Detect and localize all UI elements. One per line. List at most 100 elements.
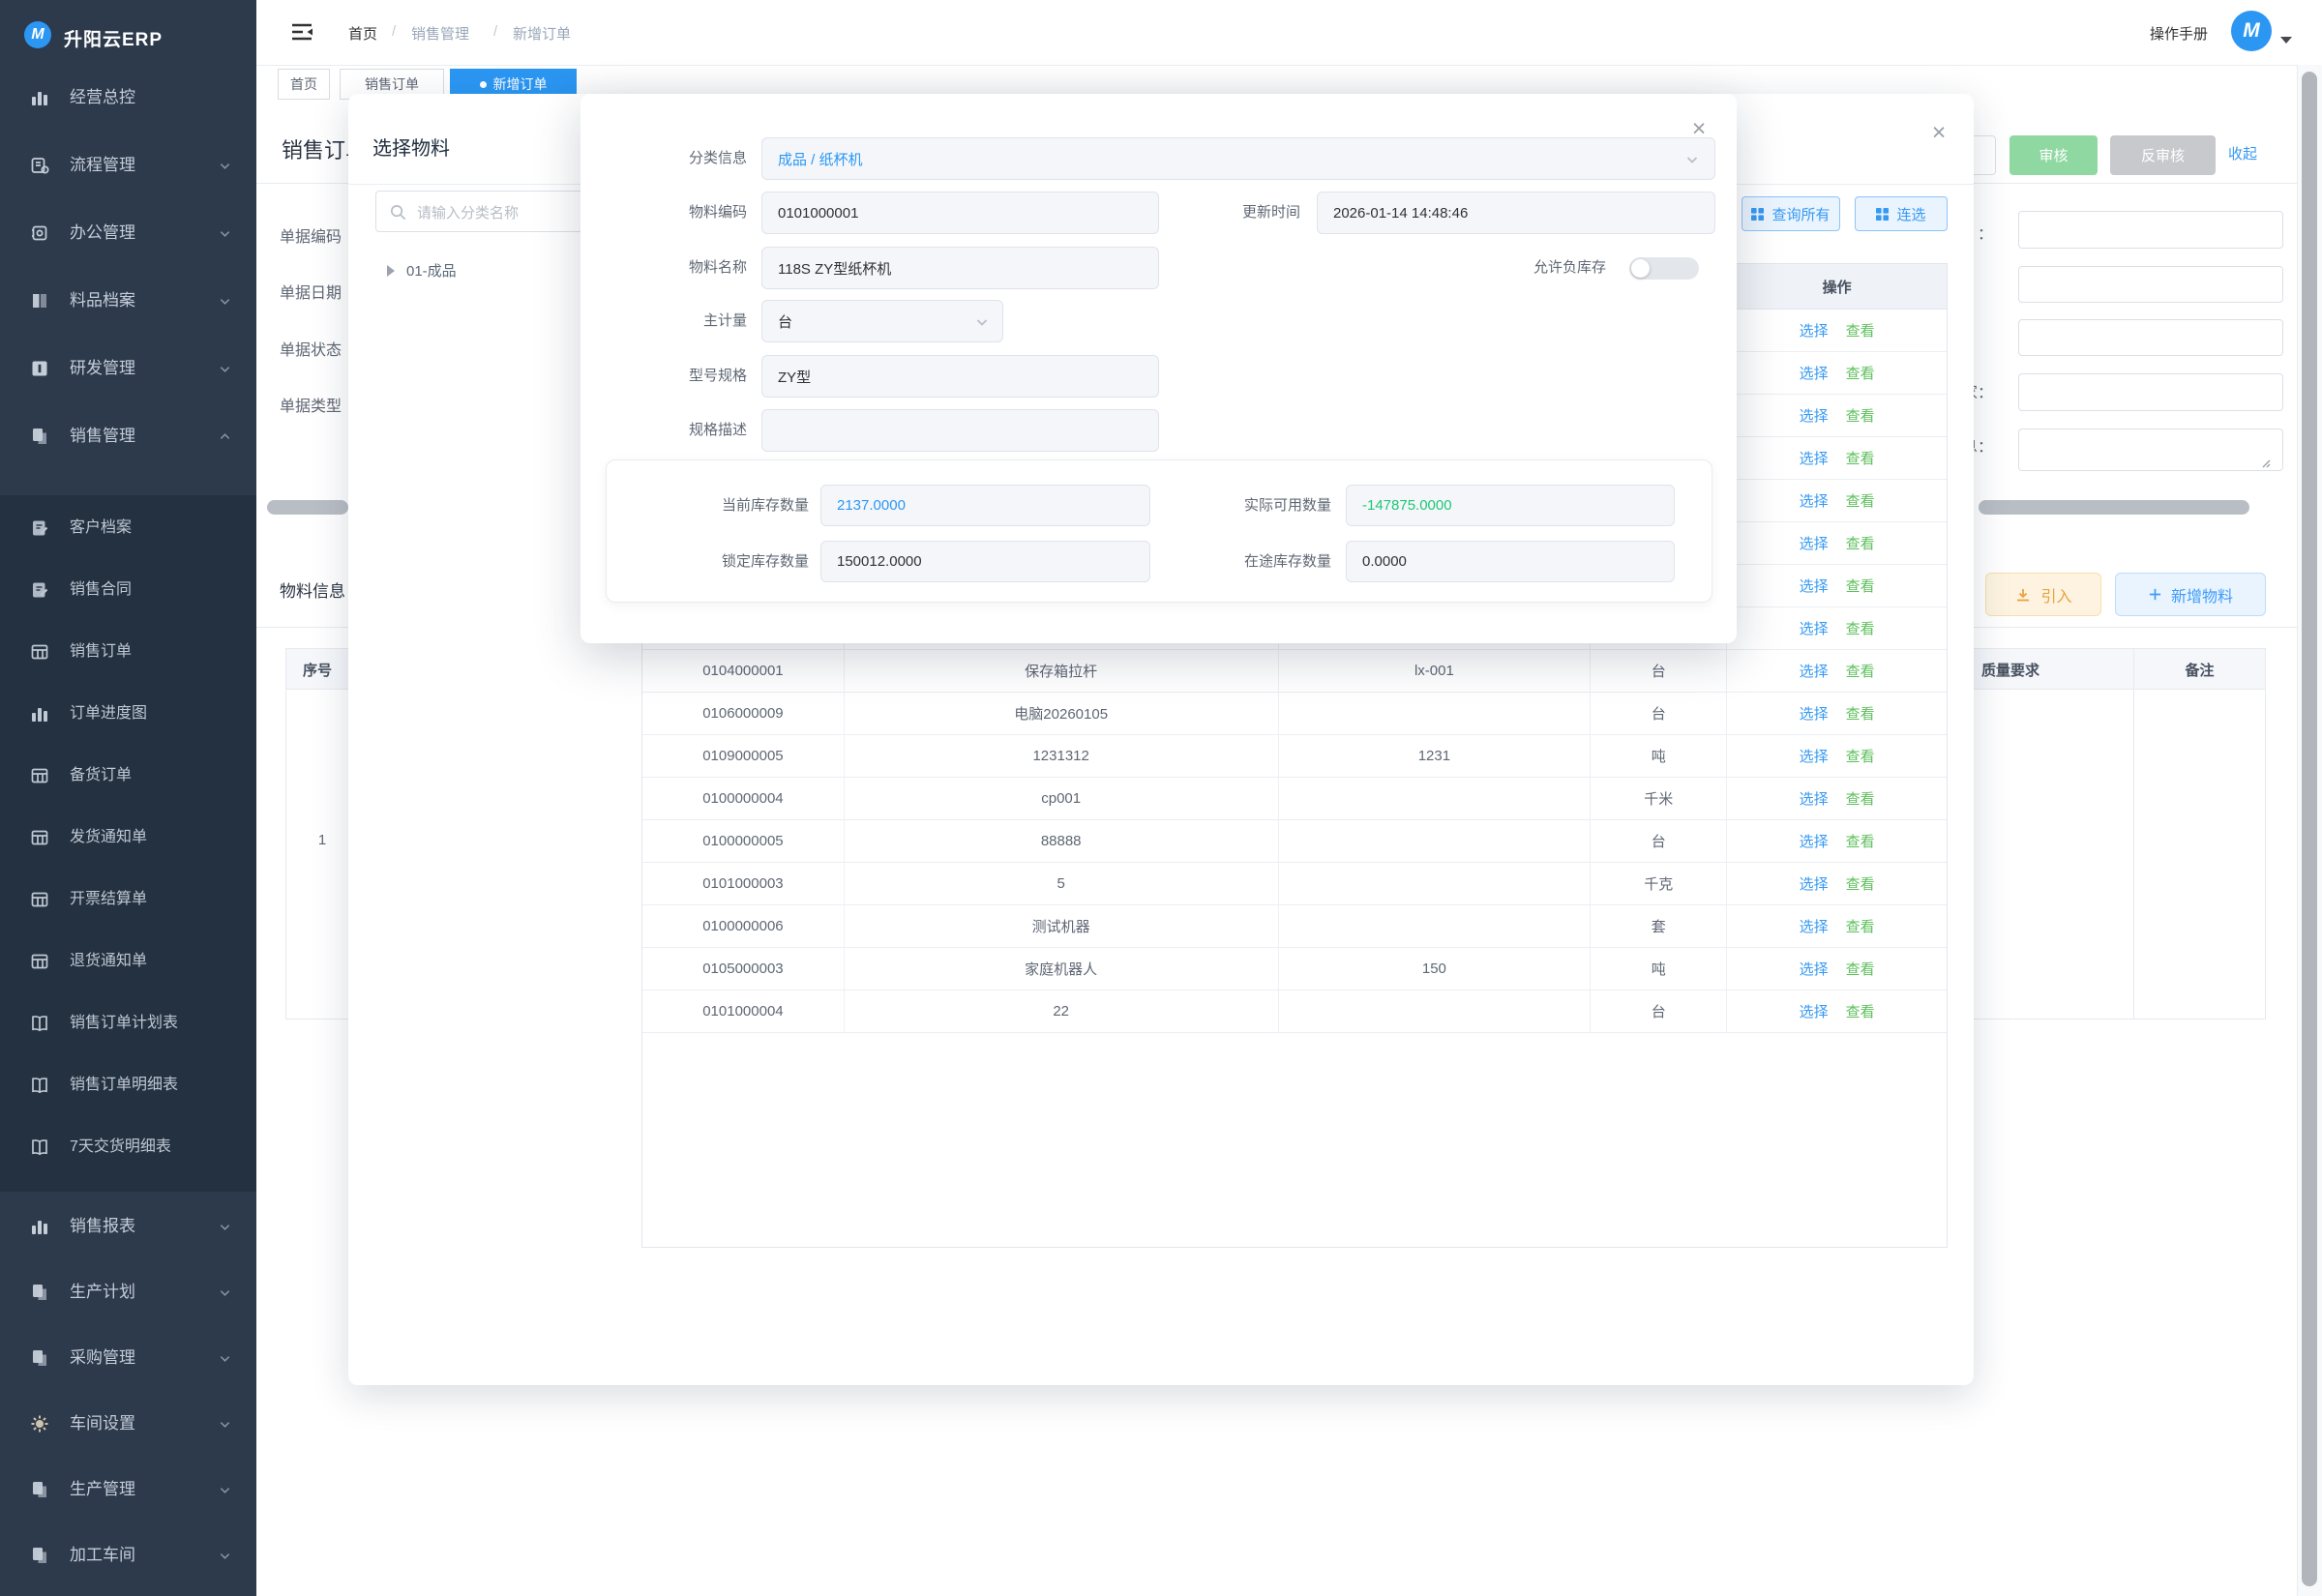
available-stock-input[interactable]: -147875.0000 [1346, 485, 1675, 526]
select-link[interactable]: 选择 [1800, 831, 1829, 851]
tab-首页[interactable]: 首页 [278, 69, 330, 100]
select-link[interactable]: 选择 [1800, 320, 1829, 340]
collapse-panel-link[interactable]: 收起 [2228, 143, 2257, 163]
select-link[interactable]: 选择 [1800, 1001, 1829, 1021]
sidebar-item-经营总控[interactable]: 经营总控 [0, 80, 256, 115]
sidebar-item-销售订单[interactable]: 销售订单 [0, 635, 256, 669]
sidebar-item-开票结算单[interactable]: 开票结算单 [0, 882, 256, 917]
select-link[interactable]: 选择 [1800, 448, 1829, 468]
sidebar-item-订单进度图[interactable]: 订单进度图 [0, 696, 256, 731]
view-link[interactable]: 查看 [1846, 448, 1875, 468]
category-select[interactable]: 成品 / 纸杯机 [761, 137, 1715, 180]
resize-handle-icon[interactable] [2259, 457, 2271, 468]
sidebar-item-采购管理[interactable]: 采购管理 [0, 1341, 256, 1375]
avatar[interactable]: M [2231, 11, 2272, 51]
select-link[interactable]: 选择 [1800, 873, 1829, 894]
view-link[interactable]: 查看 [1846, 746, 1875, 766]
select-link[interactable]: 选择 [1800, 576, 1829, 596]
sidebar-item-销售管理[interactable]: 销售管理 [0, 419, 256, 454]
form-input[interactable] [2018, 266, 2283, 303]
select-link[interactable]: 选择 [1800, 490, 1829, 511]
sidebar-item-销售订单计划表[interactable]: 销售订单计划表 [0, 1006, 256, 1041]
view-link[interactable]: 查看 [1846, 873, 1875, 894]
table-cell: 0106000009 [642, 693, 845, 734]
select-link[interactable]: 选择 [1800, 405, 1829, 426]
horizontal-scrollbar-thumb[interactable] [1979, 500, 2249, 515]
unit-select[interactable]: 台 [761, 300, 1003, 342]
remark-textarea[interactable] [2018, 429, 2283, 471]
tree-node-finished-goods[interactable]: 01-成品 [406, 260, 457, 281]
select-link[interactable]: 选择 [1800, 959, 1829, 979]
sidebar-item-研发管理[interactable]: 研发管理 [0, 351, 256, 386]
sidebar-item-生产管理[interactable]: 生产管理 [0, 1472, 256, 1507]
sidebar-item-销售合同[interactable]: 销售合同 [0, 573, 256, 607]
sidebar-item-加工车间[interactable]: 加工车间 [0, 1538, 256, 1573]
select-link[interactable]: 选择 [1800, 703, 1829, 724]
select-link[interactable]: 选择 [1800, 618, 1829, 638]
sidebar-item-备货订单[interactable]: 备货订单 [0, 758, 256, 793]
add-material-button[interactable]: 新增物料 [2115, 573, 2266, 616]
view-link[interactable]: 查看 [1846, 320, 1875, 340]
select-link[interactable]: 选择 [1800, 788, 1829, 809]
plus-icon [2148, 587, 2162, 602]
select-link[interactable]: 选择 [1800, 363, 1829, 383]
select-link[interactable]: 选择 [1800, 916, 1829, 936]
view-link[interactable]: 查看 [1846, 916, 1875, 936]
spec-input[interactable] [761, 409, 1159, 452]
sidebar-item-流程管理[interactable]: 流程管理 [0, 148, 256, 183]
sidebar-item-料品档案[interactable]: 料品档案 [0, 283, 256, 318]
import-button[interactable]: 引入 [1985, 573, 2101, 616]
view-link[interactable]: 查看 [1846, 363, 1875, 383]
view-link[interactable]: 查看 [1846, 533, 1875, 553]
breadcrumb-home[interactable]: 首页 [348, 23, 377, 44]
tree-expand-caret-icon[interactable] [387, 265, 395, 277]
transit-stock-input[interactable]: 0.0000 [1346, 541, 1675, 582]
collapse-menu-icon[interactable] [288, 18, 315, 45]
manufacturer-input[interactable] [2018, 373, 2283, 411]
select-link[interactable]: 选择 [1800, 746, 1829, 766]
select-link[interactable]: 选择 [1800, 661, 1829, 681]
user-menu-caret-icon[interactable] [2280, 37, 2292, 44]
sidebar-item-销售报表[interactable]: 销售报表 [0, 1209, 256, 1244]
view-link[interactable]: 查看 [1846, 661, 1875, 681]
view-link[interactable]: 查看 [1846, 703, 1875, 724]
multi-select-button[interactable]: 连选 [1855, 196, 1948, 231]
view-link[interactable]: 查看 [1846, 576, 1875, 596]
view-link[interactable]: 查看 [1846, 831, 1875, 851]
vertical-scrollbar-thumb[interactable] [2302, 72, 2317, 1586]
name-input[interactable]: 118S ZY型纸杯机 [761, 247, 1159, 289]
updated-input[interactable]: 2026-01-14 14:48:46 [1317, 192, 1715, 234]
transit-stock-label: 在途库存数量 [1167, 541, 1331, 582]
sidebar-item-销售订单明细表[interactable]: 销售订单明细表 [0, 1068, 256, 1103]
manual-link[interactable]: 操作手册 [2150, 23, 2208, 44]
sidebar-item-发货通知单[interactable]: 发货通知单 [0, 820, 256, 855]
view-link[interactable]: 查看 [1846, 1001, 1875, 1021]
code-input[interactable]: 0101000001 [761, 192, 1159, 234]
sidebar-item-车间设置[interactable]: 车间设置 [0, 1406, 256, 1441]
breadcrumb-sales[interactable]: 销售管理 [411, 23, 469, 44]
sidebar-item-退货通知单[interactable]: 退货通知单 [0, 944, 256, 979]
sidebar-item-客户档案[interactable]: 客户档案 [0, 511, 256, 546]
horizontal-scrollbar-thumb[interactable] [267, 500, 348, 515]
view-link[interactable]: 查看 [1846, 490, 1875, 511]
office-icon [29, 222, 50, 244]
sidebar-item-生产计划[interactable]: 生产计划 [0, 1275, 256, 1310]
locked-stock-input[interactable]: 150012.0000 [820, 541, 1150, 582]
select-link[interactable]: 选择 [1800, 533, 1829, 553]
current-stock-input[interactable]: 2137.0000 [820, 485, 1150, 526]
form-input[interactable] [2018, 319, 2283, 356]
query-all-button[interactable]: 查询所有 [1742, 196, 1840, 231]
unaudit-button[interactable]: 反审核 [2110, 135, 2216, 175]
sidebar-item-7天交货明细表[interactable]: 7天交货明细表 [0, 1130, 256, 1165]
customer-input[interactable] [2018, 211, 2283, 249]
view-link[interactable]: 查看 [1846, 959, 1875, 979]
sidebar-item-办公管理[interactable]: 办公管理 [0, 216, 256, 251]
model-input[interactable]: ZY型 [761, 355, 1159, 398]
modal-close-icon[interactable]: × [1923, 117, 1954, 148]
audit-button[interactable]: 审核 [2009, 135, 2098, 175]
view-link[interactable]: 查看 [1846, 618, 1875, 638]
view-link[interactable]: 查看 [1846, 788, 1875, 809]
allow-negative-toggle[interactable] [1629, 257, 1699, 280]
view-link[interactable]: 查看 [1846, 405, 1875, 426]
sidebar-item-label: 退货通知单 [70, 944, 147, 979]
